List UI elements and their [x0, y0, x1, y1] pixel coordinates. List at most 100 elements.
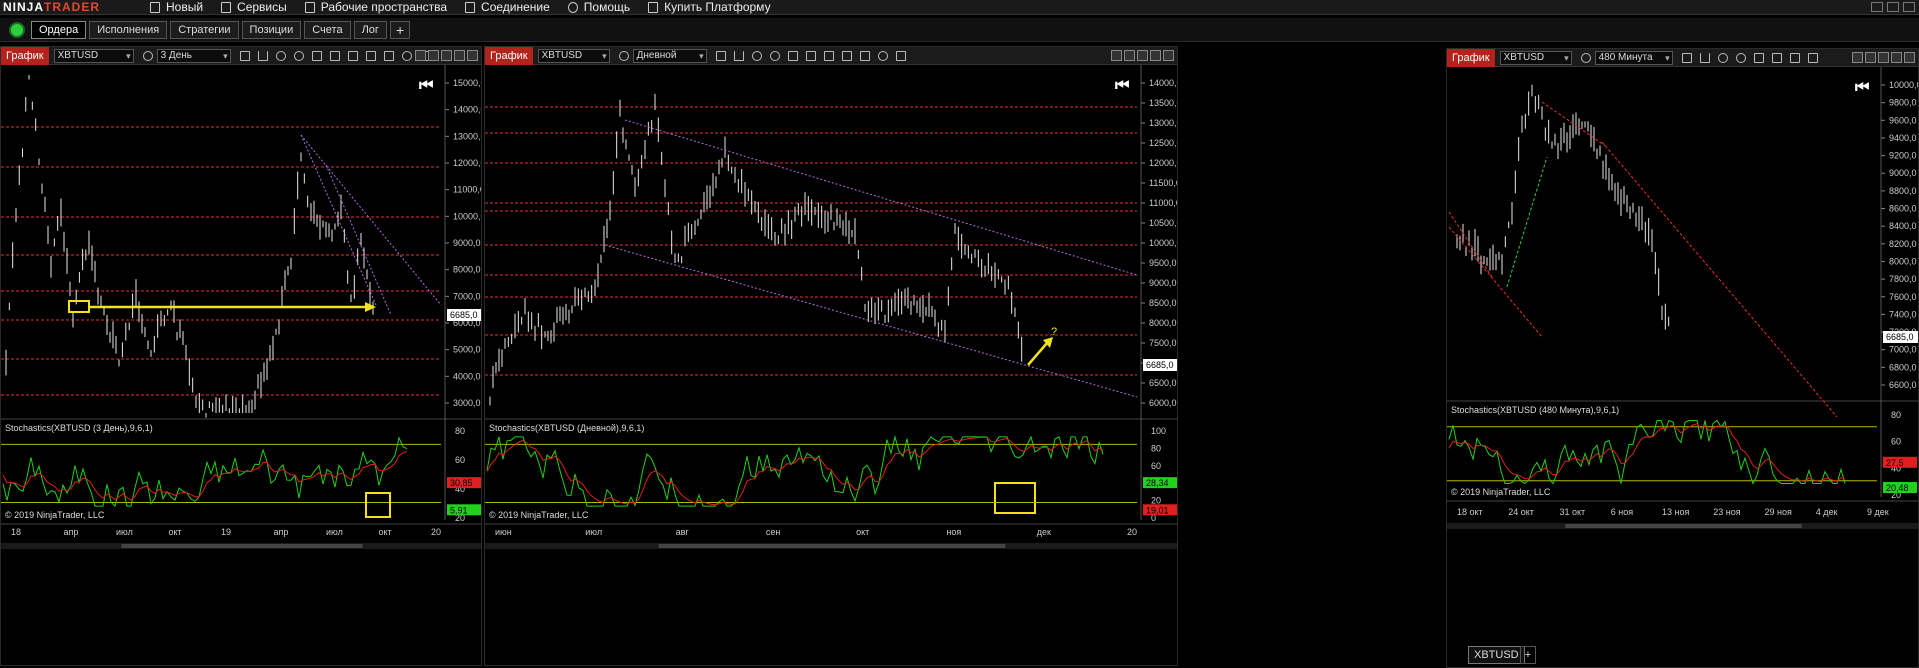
price-tick-label: 11000,0 — [1149, 198, 1178, 208]
chart-tab-xbtusd[interactable]: XBTUSD — [1468, 646, 1525, 664]
connection-status-icon — [9, 21, 25, 38]
maximize-button[interactable] — [1887, 2, 1899, 12]
bar-type-icon[interactable] — [715, 50, 726, 61]
tab-accounts[interactable]: Счета — [304, 20, 351, 39]
panel-close-button[interactable] — [1163, 50, 1174, 61]
indicator-title: Stochastics(XBTUSD (3 День),9,6,1) — [5, 423, 153, 433]
instrument-select[interactable]: XBTUSD — [537, 48, 610, 63]
period-select[interactable]: 480 Минута — [1594, 50, 1673, 65]
indicator-value-label: 27,5 — [1886, 458, 1904, 468]
copyright-text: © 2019 NinjaTrader, LLC — [1451, 487, 1551, 497]
search-icon[interactable] — [618, 50, 629, 61]
indicators-icon[interactable] — [841, 50, 852, 61]
price-tick-label: 6500,0 — [1149, 378, 1177, 388]
price-tick-label: 14000,0 — [1149, 78, 1178, 88]
menu-services[interactable]: Сервисы — [221, 0, 287, 14]
zoom-in-icon[interactable] — [275, 50, 286, 61]
instrument-select[interactable]: XBTUSD — [53, 48, 134, 63]
zoom-out-icon[interactable] — [293, 50, 304, 61]
data-box-icon[interactable] — [823, 50, 834, 61]
crosshair-icon[interactable] — [311, 50, 322, 61]
menu-buy-platform[interactable]: Купить Платформу — [648, 0, 771, 14]
price-tick-label: 15000,0 — [453, 78, 482, 88]
chart-canvas[interactable]: 15000,0 14000,0 13000,0 12000,0 11000,0 10000… — [1, 65, 482, 666]
indicators-icon[interactable] — [1807, 52, 1818, 63]
menu-help[interactable]: Помощь — [567, 0, 630, 14]
crosshair-icon[interactable] — [787, 50, 798, 61]
draw-icon[interactable] — [733, 50, 744, 61]
panel-restore-button[interactable] — [428, 50, 439, 61]
tab-positions[interactable]: Позиции — [241, 20, 302, 39]
snapshot-icon[interactable] — [1771, 52, 1782, 63]
help-icon — [567, 1, 578, 13]
price-tick-label: 5000,0 — [453, 345, 481, 355]
price-tick-label: 12000,0 — [453, 158, 482, 168]
menu-new[interactable]: Новый — [150, 0, 203, 14]
zoom-out-icon[interactable] — [1735, 52, 1746, 63]
minimize-button[interactable] — [1871, 2, 1883, 12]
price-tick-label: 8000,0 — [453, 265, 481, 275]
price-tick-label: 8000,0 — [1149, 318, 1177, 328]
chart-canvas[interactable]: 14000,0 13500,0 13000,0 12500,0 12000,0 11500… — [485, 65, 1178, 666]
panel-minimize-button[interactable] — [441, 50, 452, 61]
date-tick-label: сен — [766, 527, 781, 537]
snapshot-icon[interactable] — [329, 50, 340, 61]
panel-maximize-button[interactable] — [1150, 50, 1161, 61]
strategies-icon[interactable] — [859, 50, 870, 61]
zoom-in-icon[interactable] — [751, 50, 762, 61]
instrument-select[interactable]: XBTUSD — [1499, 50, 1572, 65]
period-select[interactable]: 3 День — [156, 48, 231, 63]
date-tick-label: апр — [64, 527, 79, 537]
tab-orders[interactable]: Ордера — [31, 20, 87, 39]
panel-minimize-button[interactable] — [1878, 52, 1889, 63]
data-box-icon[interactable] — [1789, 52, 1800, 63]
snapshot-icon[interactable] — [805, 50, 816, 61]
chart-canvas[interactable]: 10000,0 9800,0 9600,0 9400,0 9200,0 9000,0 880… — [1447, 67, 1919, 647]
add-chart-tab-button[interactable]: + — [1520, 646, 1536, 664]
close-button[interactable] — [1903, 2, 1915, 12]
draw-icon[interactable] — [257, 50, 268, 61]
tab-strategies[interactable]: Стратегии — [170, 20, 239, 39]
zoom-out-icon[interactable] — [769, 50, 780, 61]
panel-close-button[interactable] — [1904, 52, 1915, 63]
properties-icon[interactable] — [895, 50, 906, 61]
reload-icon[interactable] — [401, 50, 412, 61]
panel-maximize-button[interactable] — [454, 50, 465, 61]
crosshair-icon[interactable] — [1753, 52, 1764, 63]
panel-tile-button[interactable] — [1111, 50, 1122, 61]
bar-type-icon[interactable] — [239, 50, 250, 61]
bar-type-icon[interactable] — [1681, 52, 1692, 63]
menu-workspaces[interactable]: Рабочие пространства — [304, 0, 447, 14]
price-tick-label: 4000,0 — [453, 371, 481, 381]
search-icon[interactable] — [142, 50, 153, 61]
zoom-in-icon[interactable] — [1717, 52, 1728, 63]
panel-minimize-button[interactable] — [1137, 50, 1148, 61]
reload-icon[interactable] — [877, 50, 888, 61]
panel-tile-button[interactable] — [415, 50, 426, 61]
add-tab-button[interactable]: + — [389, 20, 411, 39]
panel-tile-button[interactable] — [1852, 52, 1863, 63]
strategies-icon[interactable] — [383, 50, 394, 61]
stochastics-k-line — [1448, 419, 1846, 485]
period-select[interactable]: Дневной — [632, 48, 707, 63]
panel-restore-button[interactable] — [1124, 50, 1135, 61]
data-box-icon[interactable] — [347, 50, 358, 61]
price-tick-label: 13000,0 — [1149, 118, 1178, 128]
current-price-label: 6685,0 — [450, 310, 478, 320]
panel-maximize-button[interactable] — [1891, 52, 1902, 63]
draw-icon[interactable] — [1699, 52, 1710, 63]
chart-panel-480min: График XBTUSD 480 Минута 10000,0 9800,0 96… — [1446, 48, 1919, 668]
price-tick-label: 8500,0 — [1149, 298, 1177, 308]
indicators-icon[interactable] — [365, 50, 376, 61]
chart-panel-daily: График XBTUSD Дневной 14000,0 13500,0 1300… — [484, 46, 1178, 666]
menu-bar: NINJA TRADER Новый Сервисы Рабочие простр… — [0, 0, 1919, 15]
tab-executions[interactable]: Исполнения — [89, 20, 168, 39]
tab-log[interactable]: Лог — [353, 20, 387, 39]
panel-restore-button[interactable] — [1865, 52, 1876, 63]
search-icon[interactable] — [1580, 52, 1591, 63]
menu-connection[interactable]: Соединение — [465, 0, 550, 14]
price-tick-label: 9600,0 — [1889, 115, 1917, 125]
scrollbar-thumb — [1565, 524, 1802, 528]
panel-close-button[interactable] — [467, 50, 478, 61]
workspace-icon — [304, 1, 315, 13]
